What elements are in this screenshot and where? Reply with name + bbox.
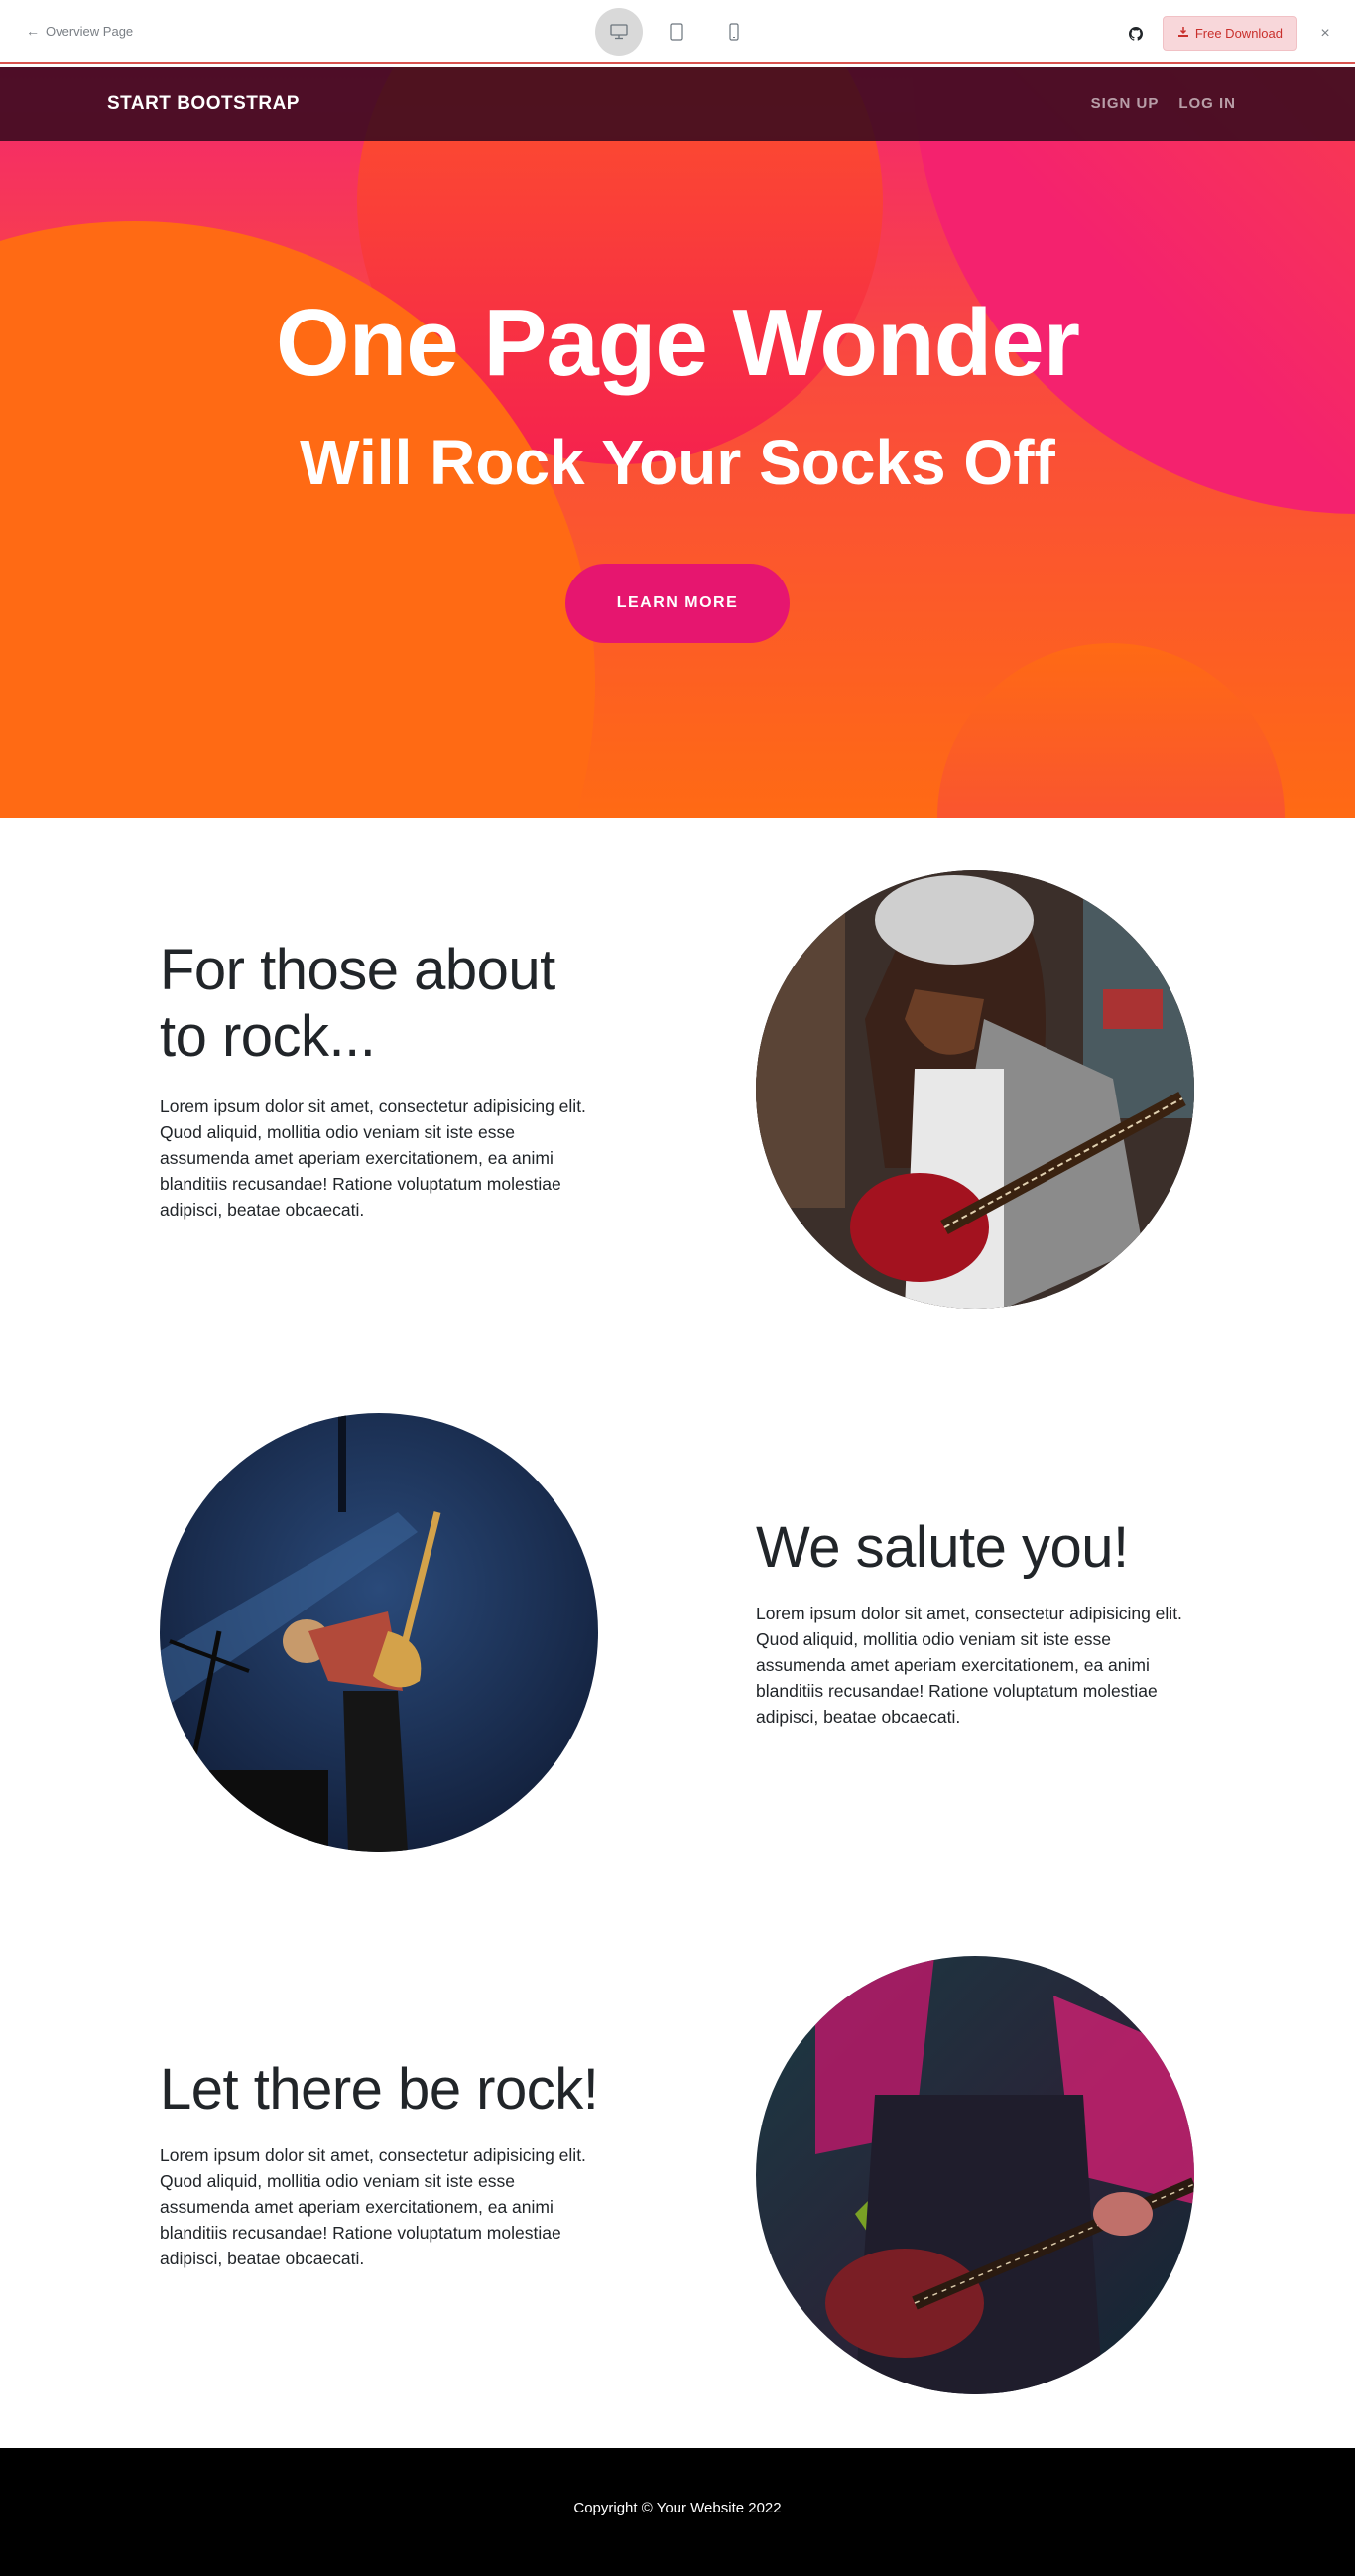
- tablet-view-button[interactable]: [653, 8, 700, 56]
- navbar-brand[interactable]: START BOOTSTRAP: [107, 93, 300, 115]
- close-icon[interactable]: ×: [1315, 25, 1335, 43]
- nav-link-sign-up[interactable]: SIGN UP: [1091, 95, 1160, 112]
- preview-actions: Free Download ×: [1127, 16, 1335, 51]
- free-download-label: Free Download: [1194, 26, 1283, 41]
- preview-toolbar: ← Overview Page Free Download ×: [0, 0, 1355, 64]
- github-icon[interactable]: [1127, 25, 1145, 43]
- hero-bubble-decoration: [937, 643, 1285, 818]
- section-3-text: Lorem ipsum dolor sit amet, consectetur …: [160, 2145, 586, 2268]
- footer: Copyright © Your Website 2022: [0, 2448, 1355, 2576]
- mobile-icon: [729, 23, 739, 41]
- nav-link-log-in[interactable]: LOG IN: [1178, 95, 1236, 112]
- learn-more-button[interactable]: LEARN MORE: [565, 564, 790, 643]
- download-icon: [1177, 26, 1189, 41]
- overview-page-link[interactable]: ← Overview Page: [26, 23, 133, 39]
- desktop-view-button[interactable]: [595, 8, 643, 56]
- section-3-title: Let there be rock!: [160, 2057, 599, 2122]
- free-download-button[interactable]: Free Download: [1162, 16, 1297, 51]
- section-2-text: Lorem ipsum dolor sit amet, consectetur …: [756, 1604, 1182, 1727]
- tablet-icon: [670, 23, 683, 41]
- arrow-left-icon: ←: [26, 23, 40, 39]
- desktop-icon: [610, 24, 628, 40]
- hero-title: One Page Wonder: [275, 290, 1080, 396]
- guitarist-woman-image: [756, 870, 1194, 1309]
- device-switcher: [595, 8, 758, 56]
- section-1-text: Lorem ipsum dolor sit amet, consectetur …: [160, 1096, 586, 1220]
- hero-subtitle: Will Rock Your Socks Off: [300, 427, 1055, 498]
- section-2-title: We salute you!: [756, 1515, 1129, 1580]
- guitarist-stage-image: [160, 1413, 598, 1852]
- overview-page-label: Overview Page: [46, 23, 134, 39]
- copyright-text: Copyright © Your Website 2022: [573, 2500, 782, 2516]
- guitar-closeup-image: [756, 1956, 1194, 2394]
- section-1-title: For those about to rock...: [160, 938, 555, 1069]
- navbar: START BOOTSTRAP SIGN UP LOG IN: [0, 67, 1355, 141]
- mobile-view-button[interactable]: [710, 8, 758, 56]
- hero-section: One Page Wonder Will Rock Your Socks Off…: [0, 67, 1355, 818]
- nav-links: SIGN UP LOG IN: [1091, 95, 1236, 112]
